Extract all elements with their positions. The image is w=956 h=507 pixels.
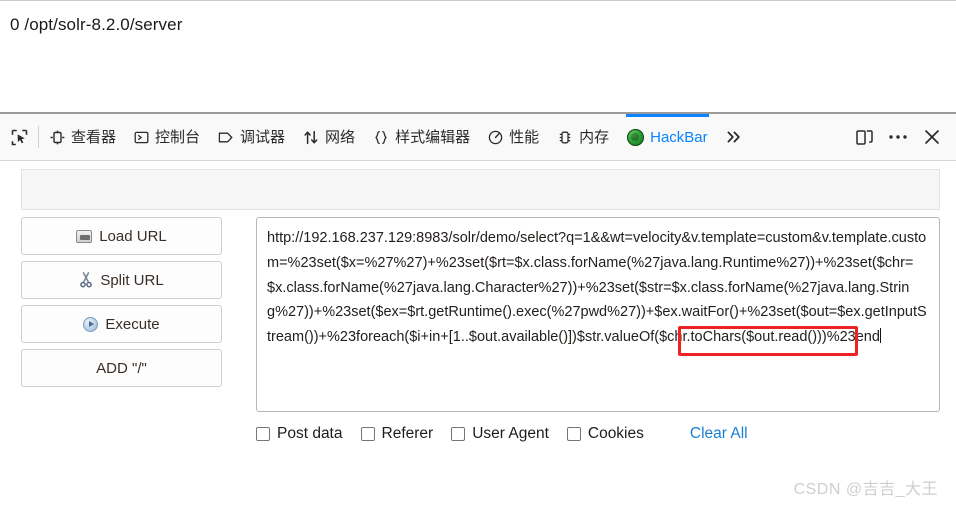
hackbar-option-row: Post data Referer User Agent Cookies Cle… bbox=[256, 425, 748, 443]
hackbar-top-strip bbox=[21, 169, 940, 210]
element-picker-icon bbox=[11, 129, 28, 146]
cookies-label: Cookies bbox=[587, 425, 644, 442]
tab-performance[interactable]: 性能 bbox=[479, 114, 548, 161]
tab-network-label: 网络 bbox=[325, 128, 356, 146]
hackbar-panel: Load URL Split URL Execute ADD "/" http:… bbox=[0, 162, 956, 507]
inspector-icon bbox=[50, 130, 65, 145]
split-url-icon bbox=[79, 272, 93, 288]
execute-icon bbox=[83, 316, 99, 332]
load-url-label: Load URL bbox=[99, 227, 167, 245]
tab-debugger-label: 调试器 bbox=[240, 128, 286, 146]
console-icon bbox=[134, 130, 149, 145]
tab-hackbar[interactable]: HackBar bbox=[618, 113, 717, 161]
tab-style-editor[interactable]: 样式编辑器 bbox=[364, 114, 479, 161]
tab-console[interactable]: 控制台 bbox=[125, 114, 209, 161]
style-editor-icon bbox=[373, 130, 389, 145]
hackbar-action-buttons: Load URL Split URL Execute ADD "/" bbox=[21, 217, 222, 387]
tab-style-editor-label: 样式编辑器 bbox=[395, 128, 471, 146]
url-input-value: http://192.168.237.129:8983/solr/demo/se… bbox=[267, 230, 927, 346]
devtools-toolbar-right-actions bbox=[848, 118, 956, 156]
option-cookies[interactable]: Cookies bbox=[566, 425, 644, 443]
execute-label: Execute bbox=[105, 315, 160, 333]
cookies-checkbox[interactable] bbox=[566, 427, 581, 441]
element-picker-button[interactable] bbox=[0, 114, 38, 161]
referer-label: Referer bbox=[381, 425, 434, 442]
add-slash-button[interactable]: ADD "/" bbox=[21, 349, 222, 387]
devtools-tab-list: 查看器 控制台 调试器 网络 样式编辑器 性能 内存 HackBar bbox=[41, 113, 848, 161]
post-data-label: Post data bbox=[277, 425, 343, 442]
browser-window: 0 /opt/solr-8.2.0/server 查看器 控制台 调试器 网络 … bbox=[0, 0, 956, 507]
close-icon bbox=[923, 128, 941, 146]
url-input[interactable]: http://192.168.237.129:8983/solr/demo/se… bbox=[256, 217, 940, 412]
page-response-text: 0 /opt/solr-8.2.0/server bbox=[10, 15, 183, 34]
tab-hackbar-label: HackBar bbox=[650, 128, 708, 146]
option-referer[interactable]: Referer bbox=[360, 425, 434, 443]
tab-overflow-button[interactable] bbox=[717, 114, 751, 161]
toolbar-divider bbox=[38, 126, 39, 148]
debugger-icon bbox=[218, 130, 234, 145]
hackbar-logo-icon bbox=[627, 128, 645, 146]
option-post-data[interactable]: Post data bbox=[256, 425, 343, 443]
user-agent-checkbox[interactable] bbox=[451, 427, 466, 441]
tab-debugger[interactable]: 调试器 bbox=[209, 114, 294, 161]
memory-icon bbox=[557, 130, 573, 145]
tab-network[interactable]: 网络 bbox=[294, 114, 364, 161]
post-data-checkbox[interactable] bbox=[256, 427, 270, 441]
chevron-double-right-icon bbox=[725, 129, 743, 145]
textarea-resize-grip[interactable] bbox=[924, 396, 937, 409]
load-url-button[interactable]: Load URL bbox=[21, 217, 222, 255]
meatball-menu-icon bbox=[888, 134, 908, 140]
tab-memory-label: 内存 bbox=[579, 128, 610, 146]
tab-console-label: 控制台 bbox=[155, 128, 201, 146]
close-devtools-button[interactable] bbox=[916, 118, 948, 156]
clear-all-link[interactable]: Clear All bbox=[690, 425, 748, 443]
split-url-label: Split URL bbox=[100, 271, 164, 289]
text-caret bbox=[879, 328, 881, 344]
responsive-design-mode-button[interactable] bbox=[848, 118, 880, 156]
tab-inspector-label: 查看器 bbox=[71, 128, 117, 146]
network-icon bbox=[303, 130, 319, 145]
watermark: CSDN @吉吉_大王 bbox=[793, 481, 938, 498]
performance-icon bbox=[488, 130, 503, 145]
add-slash-label: ADD "/" bbox=[96, 359, 147, 377]
split-url-button[interactable]: Split URL bbox=[21, 261, 222, 299]
devtools-toolbar: 查看器 控制台 调试器 网络 样式编辑器 性能 内存 HackBar bbox=[0, 113, 956, 161]
tab-memory[interactable]: 内存 bbox=[548, 114, 618, 161]
devtools-settings-menu-button[interactable] bbox=[882, 118, 914, 156]
option-user-agent[interactable]: User Agent bbox=[451, 425, 549, 443]
load-url-icon bbox=[76, 229, 93, 243]
execute-button[interactable]: Execute bbox=[21, 305, 222, 343]
hackbar-url-area: http://192.168.237.129:8983/solr/demo/se… bbox=[256, 217, 940, 412]
tab-performance-label: 性能 bbox=[509, 128, 540, 146]
page-content-area: 0 /opt/solr-8.2.0/server bbox=[0, 1, 956, 112]
tab-inspector[interactable]: 查看器 bbox=[41, 114, 125, 161]
referer-checkbox[interactable] bbox=[360, 427, 375, 441]
user-agent-label: User Agent bbox=[472, 425, 549, 442]
responsive-design-mode-icon bbox=[855, 128, 874, 147]
